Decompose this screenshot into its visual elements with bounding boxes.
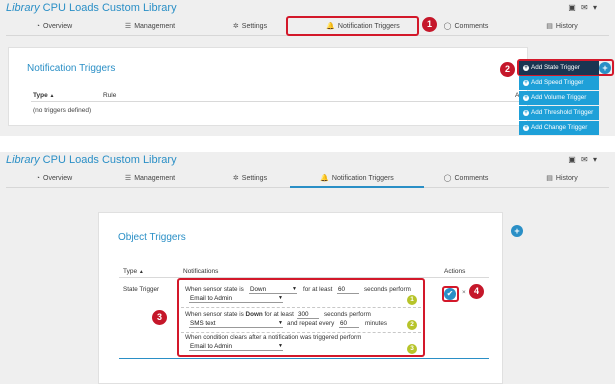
gauge-icon: ◔ bbox=[35, 175, 41, 182]
column-header-rule: Rule bbox=[103, 92, 117, 99]
page-title: Library CPU Loads Custom Library bbox=[6, 2, 177, 14]
bottom-titlebar: Library CPU Loads Custom Library ▣ ✉ ▾ bbox=[0, 152, 615, 168]
title-rest: CPU Loads Custom Library bbox=[39, 2, 177, 14]
comment-icon: ◯ bbox=[443, 23, 452, 30]
gauge-icon: ◔ bbox=[35, 23, 41, 30]
column-header-type[interactable]: Type ▲ bbox=[33, 92, 54, 99]
top-titlebar: Library CPU Loads Custom Library ▣ ✉ ▾ bbox=[0, 0, 615, 16]
plus-icon: + bbox=[523, 80, 529, 86]
caret-icon[interactable]: ▾ bbox=[593, 155, 597, 164]
sort-asc-icon: ▲ bbox=[138, 269, 144, 275]
header-tools: ▣ ✉ ▾ bbox=[565, 155, 597, 164]
header-divider bbox=[31, 101, 525, 102]
tab-comments[interactable]: ◯ Comments bbox=[442, 18, 490, 36]
empty-message: (no triggers defined) bbox=[33, 107, 92, 114]
plus-icon: + bbox=[523, 95, 529, 101]
notification-triggers-card: Notification Triggers Type ▲ Rule A (no … bbox=[8, 47, 528, 126]
trigger-type: State Trigger bbox=[123, 286, 160, 293]
tab-comments[interactable]: ◯ Comments bbox=[442, 170, 490, 188]
report-icon[interactable]: ▣ bbox=[568, 3, 576, 12]
add-change-trigger-item[interactable]: + Add Change Trigger bbox=[519, 121, 599, 135]
history-icon: ▤ bbox=[546, 23, 553, 30]
add-volume-trigger-item[interactable]: + Add Volume Trigger bbox=[519, 91, 599, 105]
plus-icon: + bbox=[523, 125, 529, 131]
object-triggers-card: Object Triggers Type ▲ Notifications Act… bbox=[98, 212, 503, 384]
history-icon: ▤ bbox=[546, 175, 553, 182]
add-trigger-menu: + Add State Trigger + Add Speed Trigger + A… bbox=[519, 61, 599, 136]
add-threshold-trigger-item[interactable]: + Add Threshold Trigger bbox=[519, 106, 599, 120]
gear-icon: ✲ bbox=[232, 175, 239, 182]
card-title: Notification Triggers bbox=[27, 63, 116, 74]
cancel-x-button[interactable]: × bbox=[462, 289, 466, 296]
title-prefix: Library bbox=[6, 154, 40, 166]
mail-icon[interactable]: ✉ bbox=[581, 155, 588, 164]
caret-icon[interactable]: ▾ bbox=[593, 3, 597, 12]
title-rest: CPU Loads Custom Library bbox=[39, 154, 177, 166]
card-title: Object Triggers bbox=[118, 232, 186, 243]
top-screen-panel: Library CPU Loads Custom Library ▣ ✉ ▾ ◔… bbox=[0, 0, 615, 136]
tab-settings[interactable]: ✲ Settings bbox=[228, 18, 272, 36]
column-header-type[interactable]: Type ▲ bbox=[123, 268, 144, 275]
sort-asc-icon: ▲ bbox=[49, 93, 55, 99]
bell-icon: 🔔 bbox=[320, 175, 329, 182]
tab-notification-triggers[interactable]: 🔔 Notification Triggers bbox=[290, 170, 424, 188]
add-state-trigger-item[interactable]: + Add State Trigger bbox=[519, 61, 599, 75]
tab-history[interactable]: ▤ History bbox=[542, 18, 582, 36]
row-divider bbox=[119, 358, 489, 359]
save-check-button[interactable]: ✔ bbox=[444, 288, 456, 300]
notifications-highlight bbox=[177, 278, 425, 357]
add-speed-trigger-item[interactable]: + Add Speed Trigger bbox=[519, 76, 599, 90]
callout-badge-1: 1 bbox=[422, 17, 437, 32]
callout-badge-2: 2 bbox=[500, 62, 515, 77]
sliders-icon: ☰ bbox=[124, 175, 132, 182]
tab-overview[interactable]: ◔ Overview bbox=[30, 170, 78, 188]
mail-icon[interactable]: ✉ bbox=[581, 3, 588, 12]
callout-badge-4: 4 bbox=[469, 284, 484, 299]
tab-management[interactable]: ☰ Management bbox=[120, 170, 180, 188]
tab-management[interactable]: ☰ Management bbox=[120, 18, 180, 36]
add-trigger-button[interactable]: + bbox=[511, 225, 523, 237]
sliders-icon: ☰ bbox=[124, 23, 132, 30]
report-icon[interactable]: ▣ bbox=[568, 155, 576, 164]
plus-icon: + bbox=[523, 110, 529, 116]
header-tools: ▣ ✉ ▾ bbox=[565, 3, 597, 12]
tab-history[interactable]: ▤ History bbox=[542, 170, 582, 188]
gear-icon: ✲ bbox=[232, 23, 239, 30]
add-trigger-button[interactable]: + bbox=[599, 62, 611, 74]
comment-icon: ◯ bbox=[443, 175, 452, 182]
page-title: Library CPU Loads Custom Library bbox=[6, 154, 177, 166]
plus-icon: + bbox=[523, 65, 529, 71]
column-header-actions: Actions bbox=[444, 268, 466, 275]
tab-overview[interactable]: ◔ Overview bbox=[30, 18, 78, 36]
callout-badge-3: 3 bbox=[152, 310, 167, 325]
tab-settings[interactable]: ✲ Settings bbox=[228, 170, 272, 188]
tab-highlight bbox=[286, 16, 419, 36]
column-header-notifications: Notifications bbox=[183, 268, 219, 275]
title-prefix: Library bbox=[6, 2, 40, 14]
tab-bar: ◔ Overview ☰ Management ✲ Settings 🔔 Notific… bbox=[6, 170, 609, 188]
